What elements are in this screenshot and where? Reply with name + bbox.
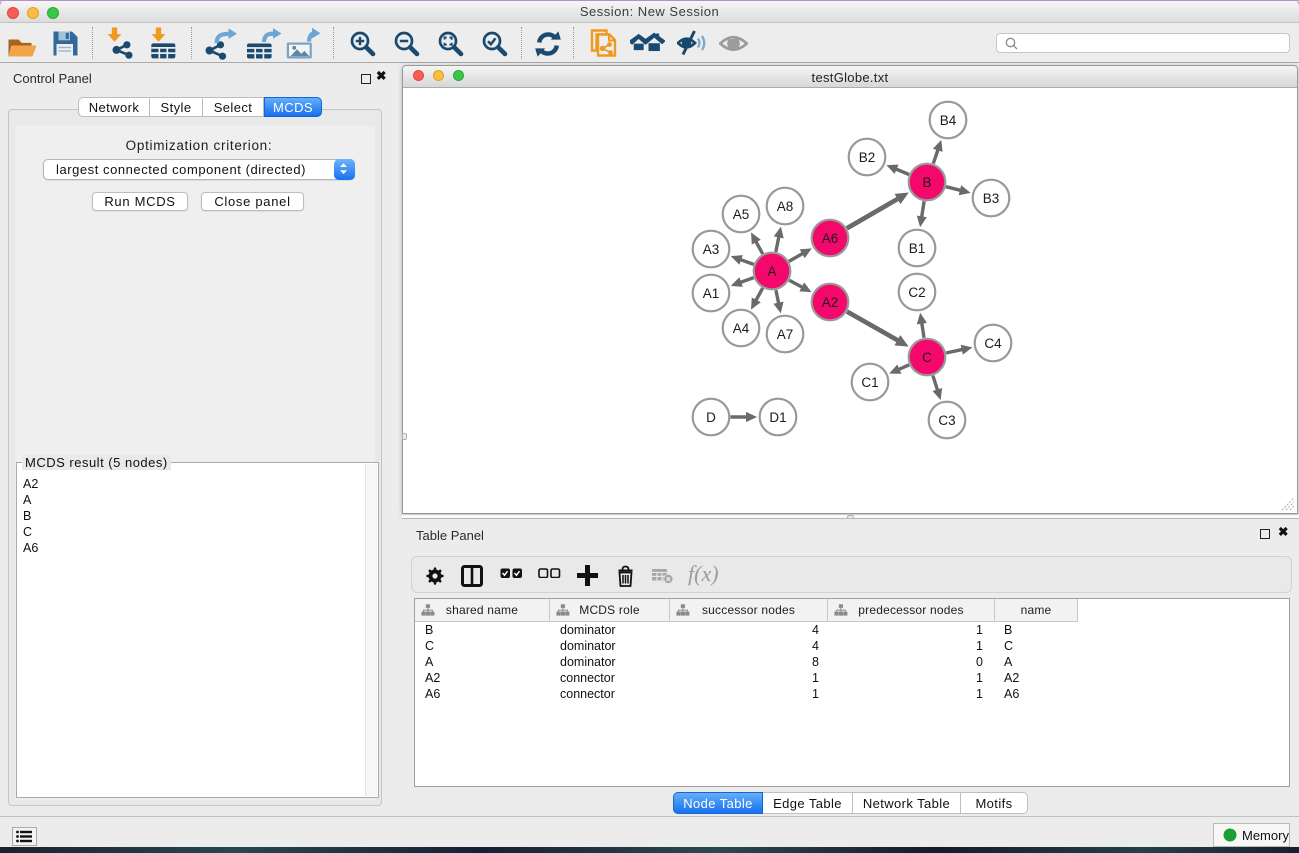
svg-text:B: B <box>922 175 931 190</box>
svg-text:D: D <box>706 410 716 425</box>
svg-text:C2: C2 <box>908 285 925 300</box>
svg-text:D1: D1 <box>769 410 786 425</box>
svg-text:A6: A6 <box>822 231 839 246</box>
svg-text:C: C <box>922 350 932 365</box>
svg-text:A5: A5 <box>733 207 750 222</box>
svg-text:A7: A7 <box>777 327 794 342</box>
svg-text:A8: A8 <box>777 199 794 214</box>
svg-text:B4: B4 <box>940 113 957 128</box>
svg-text:A3: A3 <box>703 242 720 257</box>
svg-text:C1: C1 <box>861 375 878 390</box>
svg-text:B2: B2 <box>859 150 876 165</box>
svg-text:A4: A4 <box>733 321 750 336</box>
svg-text:C3: C3 <box>938 413 955 428</box>
svg-text:A: A <box>767 264 776 279</box>
svg-text:A2: A2 <box>822 295 839 310</box>
svg-text:A1: A1 <box>703 286 720 301</box>
svg-text:B3: B3 <box>983 191 1000 206</box>
svg-text:B1: B1 <box>909 241 926 256</box>
svg-text:C4: C4 <box>984 336 1002 351</box>
